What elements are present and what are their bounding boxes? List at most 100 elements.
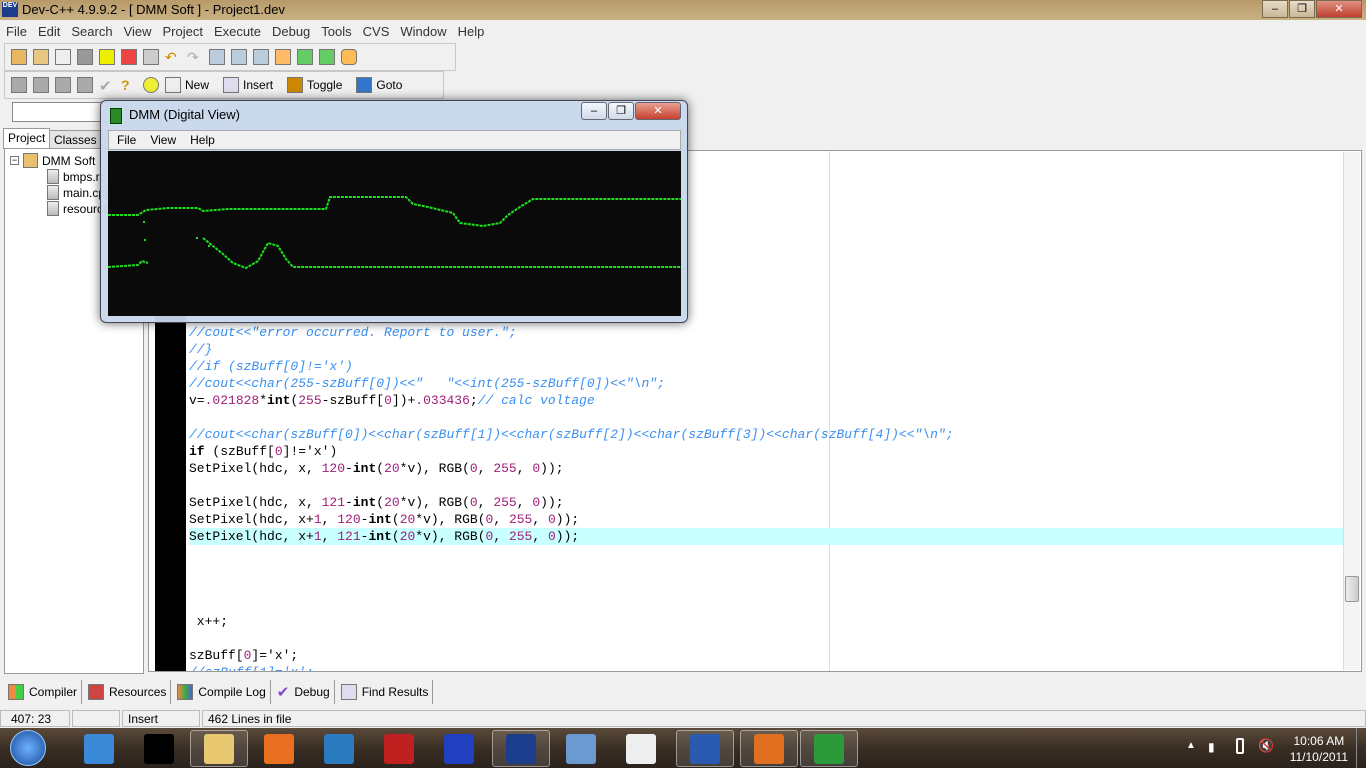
battery-icon[interactable] xyxy=(1236,738,1244,754)
close-file-icon[interactable] xyxy=(121,49,137,65)
code-line[interactable]: //cout<<char(255-szBuff[0])<<" "<<int(25… xyxy=(189,375,1344,392)
code-line[interactable] xyxy=(189,477,1344,494)
show-hidden-icons[interactable]: ▲ xyxy=(1186,740,1196,751)
editor-vertical-scrollbar[interactable] xyxy=(1343,152,1360,670)
taskbar-app-audacity[interactable] xyxy=(430,730,488,767)
code-line[interactable]: if (szBuff[0]!='x') xyxy=(189,443,1344,460)
tab-resources[interactable]: Resources xyxy=(84,680,172,704)
volume-muted-icon[interactable]: 🔇 xyxy=(1258,738,1274,754)
code-line[interactable]: SetPixel(hdc, x+1, 120-int(20*v), RGB(0,… xyxy=(189,511,1344,528)
code-line[interactable] xyxy=(189,409,1344,426)
about-smiley-icon[interactable] xyxy=(143,77,159,93)
code-line[interactable] xyxy=(189,630,1344,647)
taskbar-app-firefox[interactable] xyxy=(740,730,798,767)
save-all-icon[interactable] xyxy=(99,49,115,65)
code-line[interactable]: //cout<<"error occurred. Report to user.… xyxy=(189,324,1344,341)
tree-file[interactable]: bmps.rc xyxy=(47,169,106,184)
taskbar-app-media-player[interactable] xyxy=(250,730,308,767)
taskbar-app-windows-explorer[interactable] xyxy=(190,730,248,767)
code-line[interactable]: //szBuff[1]='x'; xyxy=(189,664,1344,671)
insert-button[interactable]: Insert xyxy=(223,77,273,93)
code-line[interactable]: x++; xyxy=(189,613,1344,630)
taskbar-app-logic-simulator[interactable] xyxy=(130,730,188,767)
dmm-menu-help[interactable]: Help xyxy=(182,131,221,147)
dmm-minimize-button[interactable]: – xyxy=(581,102,607,120)
code-line[interactable]: SetPixel(hdc, x, 120-int(20*v), RGB(0, 2… xyxy=(189,460,1344,477)
menu-cvs[interactable]: CVS xyxy=(357,20,395,39)
code-line[interactable]: SetPixel(hdc, x, 121-int(20*v), RGB(0, 2… xyxy=(189,494,1344,511)
menu-debug[interactable]: Debug xyxy=(266,20,315,39)
remove-from-project-icon[interactable] xyxy=(319,49,335,65)
tree-root[interactable]: − DMM Soft xyxy=(10,153,95,168)
class-combobox[interactable] xyxy=(12,102,112,122)
taskbar-app-jcreator[interactable] xyxy=(552,730,610,767)
goto-line-icon[interactable] xyxy=(275,49,291,65)
taskbar-app-internet-explorer[interactable] xyxy=(70,730,128,767)
check-icon[interactable]: ✔ xyxy=(99,77,115,95)
new-file-icon[interactable] xyxy=(55,49,71,65)
code-line[interactable]: SetPixel(hdc, x+1, 121-int(20*v), RGB(0,… xyxy=(189,528,1344,545)
taskbar-app-word[interactable] xyxy=(676,730,734,767)
code-line[interactable]: szBuff[0]='x'; xyxy=(189,647,1344,664)
tab-debug[interactable]: ✔ Debug xyxy=(273,680,335,704)
menu-window[interactable]: Window xyxy=(394,20,451,39)
undo-icon[interactable]: ↶ xyxy=(165,49,181,65)
rebuild-icon[interactable] xyxy=(77,77,93,93)
dmm-maximize-button[interactable]: ❐ xyxy=(608,102,634,120)
compile-run-icon[interactable] xyxy=(55,77,71,93)
toggle-bookmark-button[interactable]: Toggle xyxy=(287,77,342,93)
show-desktop-button[interactable] xyxy=(1356,728,1366,768)
maximize-button[interactable]: ❐ xyxy=(1289,0,1315,18)
minimize-button[interactable]: – xyxy=(1262,0,1288,18)
help-icon[interactable]: ? xyxy=(121,77,137,93)
code-line[interactable]: v=.021828*int(255-szBuff[0])+.033436;// … xyxy=(189,392,1344,409)
tab-project[interactable]: Project xyxy=(3,128,51,149)
code-line[interactable] xyxy=(189,579,1344,596)
code-line[interactable] xyxy=(189,596,1344,613)
scrollbar-thumb[interactable] xyxy=(1345,576,1359,602)
run-icon[interactable] xyxy=(33,77,49,93)
menu-project[interactable]: Project xyxy=(157,20,208,39)
collapse-icon[interactable]: − xyxy=(10,156,19,165)
save-icon[interactable] xyxy=(77,49,93,65)
find-icon[interactable] xyxy=(209,49,225,65)
menu-help[interactable]: Help xyxy=(452,20,490,39)
redo-icon[interactable]: ↷ xyxy=(187,49,203,65)
taskbar-app-dmm-soft[interactable] xyxy=(800,730,858,767)
code-line[interactable]: //cout<<char(szBuff[0])<<char(szBuff[1])… xyxy=(189,426,1344,443)
menu-tools[interactable]: Tools xyxy=(315,20,356,39)
new-project-icon[interactable] xyxy=(11,49,27,65)
tab-classes[interactable]: Classes xyxy=(49,130,102,150)
start-button[interactable] xyxy=(10,730,46,766)
add-to-project-icon[interactable] xyxy=(297,49,313,65)
clock[interactable]: 10:06 AM 11/10/2011 xyxy=(1290,733,1348,765)
dmm-close-button[interactable]: ✕ xyxy=(635,102,681,120)
tab-compiler[interactable]: Compiler xyxy=(4,680,83,704)
menu-edit[interactable]: Edit xyxy=(32,20,65,39)
menu-execute[interactable]: Execute xyxy=(208,20,266,39)
project-options-icon[interactable] xyxy=(341,49,357,65)
code-line[interactable]: //} xyxy=(189,341,1344,358)
taskbar-app-document-viewer[interactable] xyxy=(612,730,670,767)
goto-bookmark-button[interactable]: Goto xyxy=(356,77,402,93)
taskbar-app-thermometer-tool[interactable] xyxy=(370,730,428,767)
code-line[interactable]: //if (szBuff[0]!='x') xyxy=(189,358,1344,375)
menu-search[interactable]: Search xyxy=(65,20,117,39)
close-button[interactable]: ✕ xyxy=(1316,0,1362,18)
taskbar-app-remote-desktop[interactable] xyxy=(310,730,368,767)
menu-view[interactable]: View xyxy=(118,20,157,39)
taskbar-app-dev-c-[interactable] xyxy=(492,730,550,767)
new-bookmark-button[interactable]: New xyxy=(165,77,209,93)
compile-icon[interactable] xyxy=(11,77,27,93)
tab-compile-log[interactable]: Compile Log xyxy=(173,680,271,704)
code-line[interactable] xyxy=(189,545,1344,562)
dmm-menu-file[interactable]: File xyxy=(109,131,142,147)
find-next-icon[interactable] xyxy=(253,49,269,65)
open-project-icon[interactable] xyxy=(33,49,49,65)
network-icon[interactable]: ▮ xyxy=(1208,740,1215,754)
replace-icon[interactable] xyxy=(231,49,247,65)
menu-file[interactable]: File xyxy=(0,20,32,39)
tab-find-results[interactable]: Find Results xyxy=(337,680,434,704)
print-icon[interactable] xyxy=(143,49,159,65)
code-line[interactable] xyxy=(189,562,1344,579)
